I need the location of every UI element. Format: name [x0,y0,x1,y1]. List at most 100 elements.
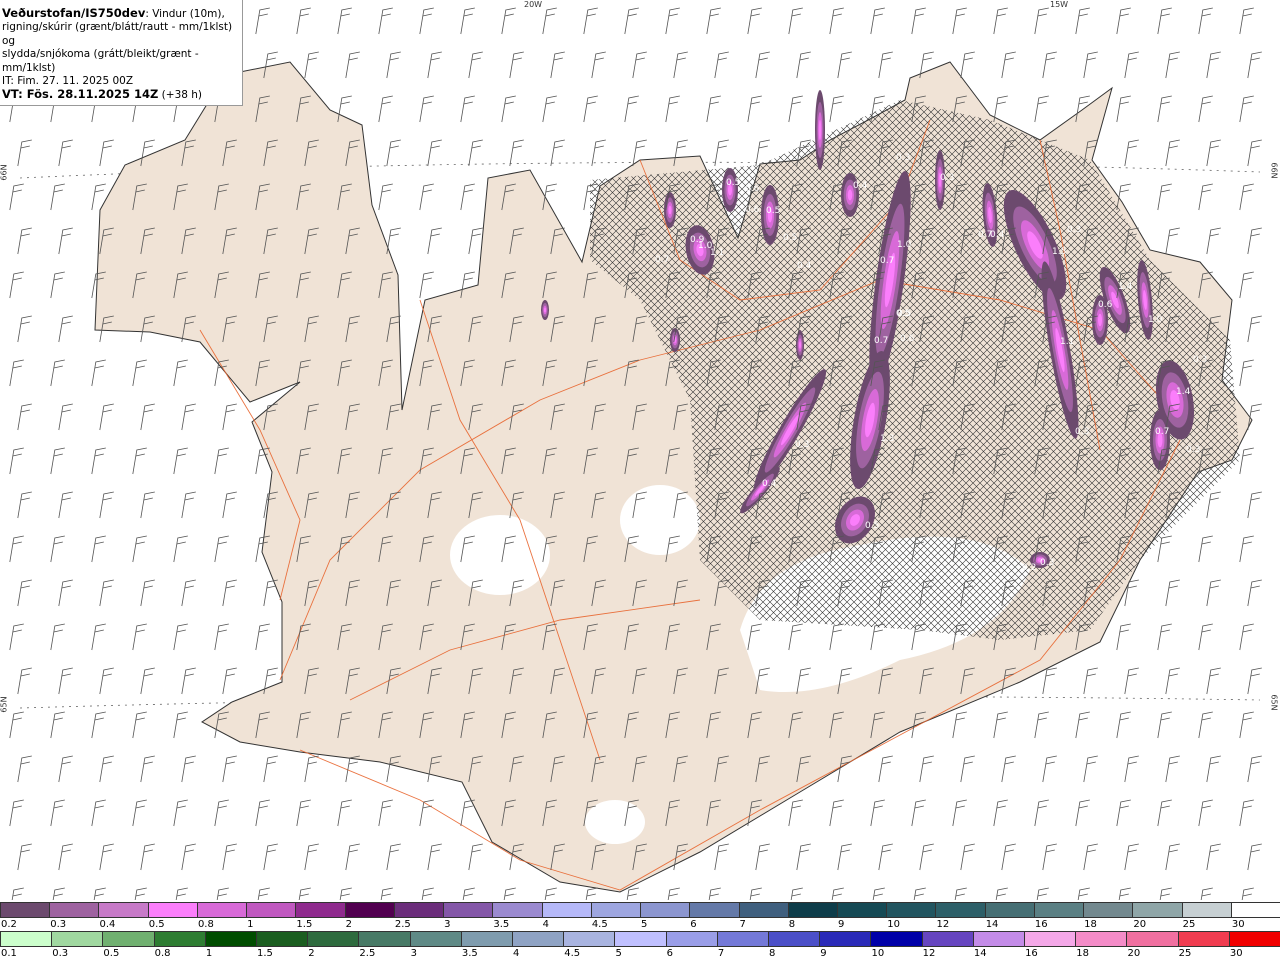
precip-cell [544,307,546,313]
wind-barb [1124,139,1139,167]
wind-barb [1239,447,1254,475]
wind-barb [58,843,73,871]
wind-barb [58,403,73,431]
legend-cell: 0.3 [49,902,99,931]
legend-swatch [768,931,820,947]
wind-barb [1116,95,1131,123]
wind-barb [91,623,106,651]
legend-label: 0.1 [1,948,17,959]
legend-cell: 12 [921,931,973,960]
title-rain-desc: rigning/skúrir (grænt/blátt/rautt - mm/1… [2,21,233,47]
wind-barb [714,139,729,167]
wind-barb [99,755,114,783]
wind-barb [386,139,401,167]
legend-label: 2.5 [359,948,376,959]
legend-cell: 14 [984,902,1034,931]
wind-barb [140,843,155,871]
legend-cell: 1.5 [256,931,308,960]
wind-barb [468,843,483,871]
wind-barb [1206,227,1221,255]
contour-label: 0.5 [766,206,780,216]
wind-barb [181,403,196,431]
legend-swatch [0,902,50,918]
legend-cell: 3.5 [460,931,513,960]
legend-swatch [1177,931,1229,947]
contour-label: 0.2 [1022,563,1036,573]
legend-label: 12 [936,919,950,930]
wind-barb [708,887,721,900]
wind-barb [1157,799,1172,827]
legend-label: 3 [410,948,417,959]
wind-barb [298,887,311,900]
wind-barb [1247,579,1262,607]
wind-barb [1116,799,1131,827]
lat-label-left-65n: 65N [0,696,9,713]
legend-sleet-snow: 0.2 0.3 0.4 0.5 0.8 1 1.5 2 2.5 3 3.5 4 4.5 5 6 7 8 9 10 12… [0,902,1280,931]
legend-label: 0.8 [197,919,214,930]
wind-barb [9,359,24,387]
wind-barb [831,887,844,900]
contour-label: 0.4 [853,181,868,191]
wind-barb [1157,95,1172,123]
wind-barb [17,491,32,519]
wind-barb [1198,7,1213,35]
legend-swatch [1024,931,1076,947]
wind-barb [257,887,270,900]
legend-swatch [541,902,591,918]
wind-barb [1206,491,1221,519]
wind-barb [1239,271,1254,299]
legend-label: 7 [717,948,725,959]
wind-barb [58,227,73,255]
wind-barb [1077,887,1090,900]
wind-barb [132,799,147,827]
legend-label: 18 [1076,948,1089,959]
wind-barb [9,447,24,475]
precip-cell [799,341,801,349]
wind-barb [140,667,155,695]
contour-label: 0.7 [874,336,888,346]
contour-label: 0.6 [1098,300,1113,310]
wind-barb [216,887,229,900]
wind-barb [263,755,278,783]
wind-barb [255,7,270,35]
wind-barb [378,799,393,827]
contour-label: 0.6 [900,334,915,344]
wind-barb [1034,7,1049,35]
wind-barb [58,315,73,343]
wind-barb [337,7,352,35]
legend-swatch [51,931,103,947]
wind-barb [788,7,803,35]
legend-label: 14 [985,919,999,930]
wind-barb [509,139,524,167]
wind-barb [255,623,270,651]
precip-cell [818,120,822,140]
wind-barb [1001,51,1016,79]
contour-label: 0.9 [690,235,705,245]
legend-label: 0.5 [148,919,165,930]
contour-label: 0.4 [797,261,812,271]
wind-barb [222,667,237,695]
legend-swatch [614,931,666,947]
legend-cell: 0.8 [196,902,247,931]
legend-swatch [972,931,1025,947]
wind-barb [1034,95,1049,123]
wind-barb [501,95,516,123]
legend-label: 0.3 [52,948,69,959]
wind-barb [1239,359,1254,387]
valid-time: VT: Fös. 28.11.2025 14Z [2,87,159,102]
wind-barb [378,95,393,123]
wind-barb [1241,887,1254,900]
wind-barb [50,799,65,827]
wind-barb [1239,183,1254,211]
contour-label: 0.5 [726,178,740,188]
wind-barb [1206,667,1221,695]
legend-label: 2 [345,919,353,930]
wind-barb [58,755,73,783]
wind-barb [173,799,188,827]
wind-barb [58,667,73,695]
wind-barb [91,535,106,563]
legend-cell: 6 [689,902,739,931]
title-snow-desc: slydda/snjókoma (grátt/bleikt/grænt - mm… [2,48,199,74]
wind-barb [468,51,483,79]
lat-label-right-66n: 66N [1269,162,1279,179]
